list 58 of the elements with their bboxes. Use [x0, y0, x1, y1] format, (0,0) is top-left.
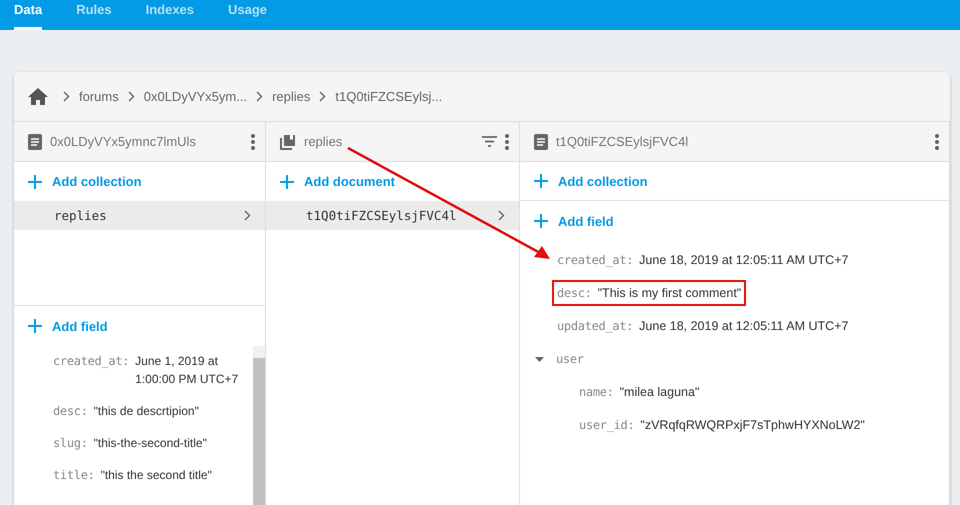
tab[interactable]: Usage	[228, 0, 268, 30]
field-key: desc:	[557, 284, 592, 302]
add-field-button[interactable]: Add field	[14, 306, 265, 346]
document-icon	[28, 134, 42, 150]
field-key: title:	[53, 466, 95, 484]
breadcrumb-link[interactable]: replies	[272, 89, 310, 104]
tab[interactable]: Data	[14, 0, 42, 30]
add-collection-button[interactable]: Add collection	[520, 162, 949, 201]
list-item[interactable]: t1Q0tiFZCSEylsjFVC4l	[266, 201, 519, 230]
filter-icon[interactable]	[482, 136, 497, 147]
field-value: June 1, 2019 at 1:00:00 PM UTC+7	[135, 353, 240, 388]
add-document-button[interactable]: Add document	[266, 162, 519, 201]
plus-icon	[280, 174, 294, 188]
plus-icon	[534, 214, 548, 228]
field-key: updated_at:	[557, 317, 634, 335]
more-options-icon[interactable]	[251, 134, 255, 150]
expand-triangle-icon[interactable]	[535, 355, 544, 364]
field-key: desc:	[53, 402, 88, 420]
field-value: "milea laguna"	[620, 384, 700, 401]
chevron-right-icon	[63, 91, 70, 102]
field-key: slug:	[53, 434, 88, 452]
collection-icon	[280, 134, 296, 150]
plus-icon	[534, 174, 548, 188]
field-value: June 18, 2019 at 12:05:11 AM UTC+7	[639, 252, 848, 269]
scrollbar[interactable]	[253, 346, 265, 505]
tab[interactable]: Rules	[76, 0, 112, 30]
field-value: June 18, 2019 at 12:05:11 AM UTC+7	[639, 318, 848, 335]
field-value: "this the second title"	[100, 467, 212, 484]
field-key: created_at:	[557, 251, 634, 269]
field-key: name:	[579, 383, 614, 401]
field-value: "this-the-second-title"	[94, 435, 207, 452]
field-key: user_id:	[579, 416, 634, 434]
column-title: t1Q0tiFZCSEylsjFVC4l	[556, 134, 690, 149]
column-title: 0x0LDyVYx5ymnc7lmUls	[50, 134, 197, 149]
chevron-right-icon	[256, 91, 264, 102]
field-key: created_at:	[53, 352, 130, 370]
document-icon	[534, 134, 548, 150]
chevron-right-icon	[244, 210, 251, 221]
home-icon[interactable]	[28, 88, 48, 105]
field-value: "This is my first comment"	[598, 285, 742, 302]
add-collection-button[interactable]: Add collection	[14, 162, 265, 201]
chevron-right-icon	[128, 91, 135, 102]
chevron-right-icon	[498, 210, 505, 221]
field-value: "zVRqfqRWQRPxjF7sTphwHYXNoLW2"	[640, 417, 865, 434]
tab[interactable]: Indexes	[146, 0, 194, 30]
add-field-button[interactable]: Add field	[520, 201, 949, 241]
chevron-right-icon	[319, 91, 326, 102]
field-key: user	[556, 350, 584, 368]
breadcrumb-link[interactable]: t1Q0tiFZCSEylsj...	[335, 89, 442, 104]
field-value: "this de descrtipion"	[94, 403, 199, 420]
more-options-icon[interactable]	[505, 134, 509, 150]
breadcrumb-link[interactable]: forums	[79, 89, 119, 104]
plus-icon	[28, 174, 42, 188]
more-options-icon[interactable]	[935, 134, 939, 150]
column-title: replies	[304, 134, 344, 149]
breadcrumb-link[interactable]: 0x0LDyVYx5ym...	[144, 89, 248, 104]
plus-icon	[28, 319, 42, 333]
list-item[interactable]: replies	[14, 201, 265, 230]
